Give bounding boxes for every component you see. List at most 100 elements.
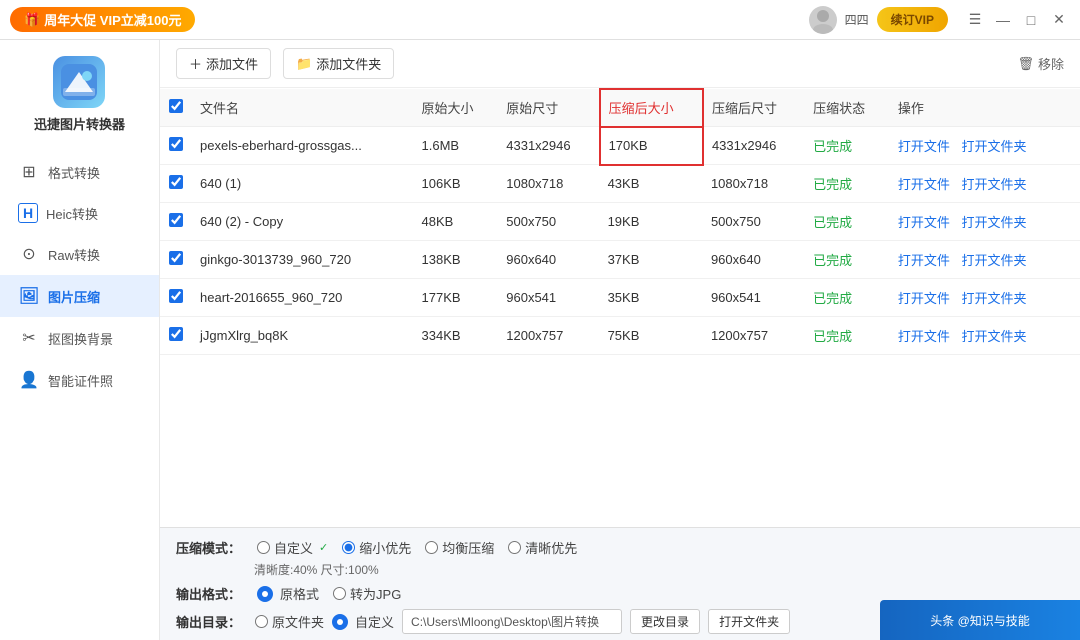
sidebar-label-compress: 图片压缩 — [48, 287, 100, 306]
file-table: 文件名 原始大小 原始尺寸 压缩后大小 压缩后尺寸 压缩状态 操作 pexels… — [160, 88, 1080, 355]
open-folder-link-3[interactable]: 打开文件夹 — [961, 253, 1026, 268]
table-row: jJgmXlrg_bq8K 334KB 1200x757 75KB 1200x7… — [160, 317, 1080, 355]
open-folder-link-0[interactable]: 打开文件夹 — [961, 139, 1026, 154]
dir-source-folder[interactable]: 原文件夹 — [255, 612, 324, 631]
dir-custom[interactable]: 自定义 — [332, 612, 394, 631]
row-filename: jJgmXlrg_bq8K — [192, 317, 414, 355]
mode-custom-radio[interactable] — [257, 541, 270, 554]
row-orig-size: 1.6MB — [414, 127, 499, 165]
menu-button[interactable]: ☰ — [964, 9, 986, 31]
row-actions: 打开文件 打开文件夹 — [890, 127, 1080, 165]
sidebar-item-heic[interactable]: H Heic转换 — [0, 193, 159, 233]
mode-clear-label: 清晰优先 — [525, 538, 577, 557]
row-comp-dim: 1080x718 — [703, 165, 805, 203]
format-to-jpg[interactable]: 转为JPG — [333, 584, 401, 603]
mode-custom[interactable]: 自定义 ✓ — [257, 538, 328, 557]
mode-balanced[interactable]: 均衡压缩 — [425, 538, 494, 557]
file-table-wrap[interactable]: 文件名 原始大小 原始尺寸 压缩后大小 压缩后尺寸 压缩状态 操作 pexels… — [160, 88, 1080, 527]
file-toolbar: ＋ 添加文件 📁 添加文件夹 🗑 移除 — [160, 40, 1080, 88]
mode-shrink[interactable]: 缩小优先 — [342, 538, 411, 557]
user-name: 四四 — [845, 11, 869, 28]
sidebar-item-id-photo[interactable]: 👤 智能证件照 — [0, 359, 159, 401]
row-comp-size: 170KB — [600, 127, 703, 165]
table-row: pexels-eberhard-grossgas... 1.6MB 4331x2… — [160, 127, 1080, 165]
compress-mode-label: 压缩模式： — [176, 538, 241, 557]
row-actions: 打开文件 打开文件夹 — [890, 203, 1080, 241]
sidebar-nav: ⊞ 格式转换 H Heic转换 ⊙ Raw转换 🖼 图片压缩 ✂ 抠图换背景 👤 — [0, 151, 159, 401]
mode-shrink-radio[interactable] — [342, 541, 355, 554]
row-checkbox-5[interactable] — [169, 327, 183, 341]
open-folder-link-4[interactable]: 打开文件夹 — [961, 291, 1026, 306]
row-checkbox-cell — [160, 127, 192, 165]
promo-banner[interactable]: 🎁 周年大促 VIP立减100元 — [10, 7, 195, 32]
mode-clear-radio[interactable] — [508, 541, 521, 554]
open-file-link-2[interactable]: 打开文件 — [898, 215, 950, 230]
select-all-checkbox[interactable] — [169, 99, 183, 113]
dir-custom-label: 自定义 — [355, 612, 394, 631]
format-to-jpg-label: 转为JPG — [350, 584, 401, 603]
window-controls: ☰ — □ ✕ — [964, 9, 1070, 31]
close-button[interactable]: ✕ — [1048, 9, 1070, 31]
row-checkbox-3[interactable] — [169, 251, 183, 265]
row-comp-dim: 960x541 — [703, 279, 805, 317]
sidebar-item-bg[interactable]: ✂ 抠图换背景 — [0, 317, 159, 359]
format-original-radio-checked — [257, 586, 273, 602]
row-orig-dim: 4331x2946 — [498, 127, 599, 165]
row-checkbox-1[interactable] — [169, 175, 183, 189]
remove-button[interactable]: 🗑 移除 — [1017, 54, 1064, 73]
sidebar-item-compress[interactable]: 🖼 图片压缩 — [0, 275, 159, 317]
open-file-link-0[interactable]: 打开文件 — [898, 139, 950, 154]
row-orig-size: 138KB — [414, 241, 499, 279]
open-file-link-1[interactable]: 打开文件 — [898, 177, 950, 192]
header-comp-dim: 压缩后尺寸 — [703, 89, 805, 127]
sidebar-label-bg: 抠图换背景 — [48, 329, 113, 348]
row-orig-dim: 960x640 — [498, 241, 599, 279]
header-actions: 操作 — [890, 89, 1080, 127]
header-checkbox-cell — [160, 89, 192, 127]
row-orig-dim: 500x750 — [498, 203, 599, 241]
row-comp-dim: 500x750 — [703, 203, 805, 241]
custom-check-icon: ✓ — [319, 541, 328, 554]
add-folder-icon: 📁 — [296, 56, 312, 72]
row-status: 已完成 — [805, 241, 890, 279]
branding-bar: 头条 @知识与技能 — [880, 600, 1080, 640]
row-checkbox-2[interactable] — [169, 213, 183, 227]
format-original[interactable]: 原格式 — [257, 584, 319, 603]
row-filename: pexels-eberhard-grossgas... — [192, 127, 414, 165]
open-folder-link-1[interactable]: 打开文件夹 — [961, 177, 1026, 192]
sidebar-item-format[interactable]: ⊞ 格式转换 — [0, 151, 159, 193]
change-dir-button[interactable]: 更改目录 — [630, 609, 700, 634]
row-checkbox-0[interactable] — [169, 137, 183, 151]
sidebar-label-heic: Heic转换 — [46, 204, 98, 223]
minimize-button[interactable]: — — [992, 9, 1014, 31]
row-checkbox-cell — [160, 241, 192, 279]
add-folder-button[interactable]: 📁 添加文件夹 — [283, 48, 394, 79]
row-checkbox-4[interactable] — [169, 289, 183, 303]
format-to-jpg-radio[interactable] — [333, 587, 346, 600]
vip-button[interactable]: 续订VIP — [877, 7, 948, 32]
open-file-link-4[interactable]: 打开文件 — [898, 291, 950, 306]
format-icon: ⊞ — [18, 161, 40, 183]
title-right: 四四 续订VIP ☰ — □ ✕ — [809, 6, 1070, 34]
mode-balanced-radio[interactable] — [425, 541, 438, 554]
add-file-icon: ＋ — [189, 54, 202, 73]
open-file-link-5[interactable]: 打开文件 — [898, 329, 950, 344]
open-file-link-3[interactable]: 打开文件 — [898, 253, 950, 268]
add-file-button[interactable]: ＋ 添加文件 — [176, 48, 271, 79]
row-status: 已完成 — [805, 127, 890, 165]
open-folder-link-5[interactable]: 打开文件夹 — [961, 329, 1026, 344]
header-status: 压缩状态 — [805, 89, 890, 127]
sidebar-item-raw[interactable]: ⊙ Raw转换 — [0, 233, 159, 275]
row-filename: 640 (2) - Copy — [192, 203, 414, 241]
mode-clear[interactable]: 清晰优先 — [508, 538, 577, 557]
restore-button[interactable]: □ — [1020, 9, 1042, 31]
user-avatar[interactable] — [809, 6, 837, 34]
compress-mode-options: 自定义 ✓ 缩小优先 均衡压缩 清晰优先 — [257, 538, 577, 557]
dir-source-radio[interactable] — [255, 615, 268, 628]
row-comp-dim: 960x640 — [703, 241, 805, 279]
row-orig-size: 48KB — [414, 203, 499, 241]
open-folder-link-2[interactable]: 打开文件夹 — [961, 215, 1026, 230]
open-dir-button[interactable]: 打开文件夹 — [708, 609, 790, 634]
raw-icon: ⊙ — [18, 243, 40, 265]
row-comp-size: 19KB — [600, 203, 703, 241]
